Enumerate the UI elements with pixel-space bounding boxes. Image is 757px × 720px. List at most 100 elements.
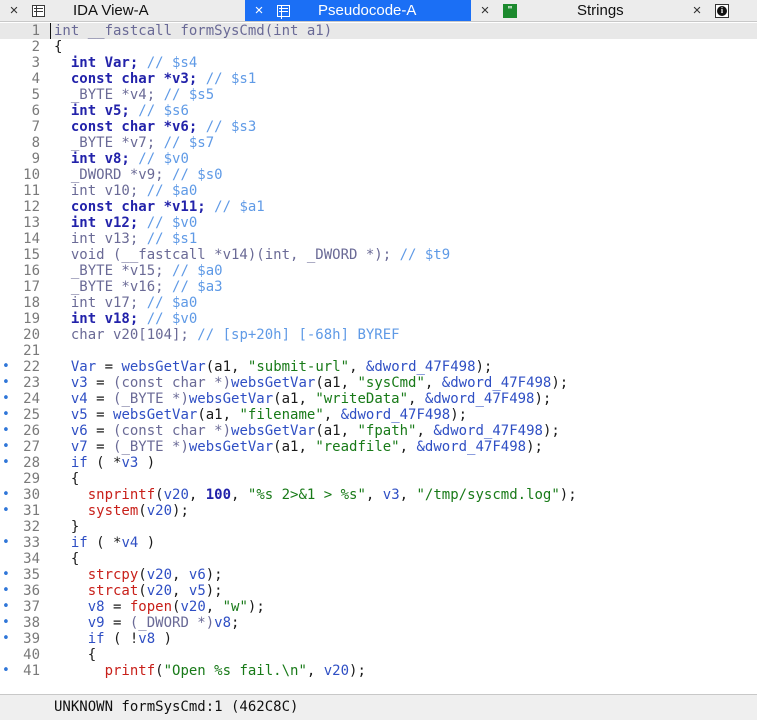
code-line[interactable]: 40 { xyxy=(0,647,757,663)
code-token: // $s6 xyxy=(138,103,189,119)
code-line[interactable]: 3 int Var; // $s4 xyxy=(0,55,757,71)
code-line[interactable]: • 36 strcat(v20, v5); xyxy=(0,583,757,599)
code-token: , xyxy=(172,583,189,599)
code-token: v4 xyxy=(54,391,88,407)
code-line[interactable]: 5 _BYTE *v4; // $s5 xyxy=(0,87,757,103)
code-token: _BYTE *v7; xyxy=(54,135,164,151)
code-token: websGetVar xyxy=(188,391,274,407)
code-line[interactable]: 21 xyxy=(0,343,757,359)
code-line[interactable]: 11 int v10; // $a0 xyxy=(0,183,757,199)
close-tab-icon[interactable]: × xyxy=(689,2,705,19)
line-number: 17 xyxy=(23,279,40,295)
code-line[interactable]: • 22 Var = websGetVar(a1, "submit-url", &… xyxy=(0,359,757,375)
code-text: { xyxy=(54,39,62,55)
code-line[interactable]: 14 int v13; // $s1 xyxy=(0,231,757,247)
line-number: 33 xyxy=(23,535,40,551)
code-token: int v8; xyxy=(54,151,139,167)
code-token: const char *v3; xyxy=(54,71,206,87)
code-line[interactable]: • 41 printf("Open %s fail.\n", v20); xyxy=(0,663,757,679)
line-number: 31 xyxy=(23,503,40,519)
close-tab-icon[interactable]: × xyxy=(251,2,267,19)
code-token: &dword_47F498 xyxy=(416,439,527,455)
code-token: = xyxy=(87,407,114,423)
code-line[interactable]: 20 char v20[104]; // [sp+20h] [-68h] BYR… xyxy=(0,327,757,343)
code-line[interactable]: 7 const char *v6; // $s3 xyxy=(0,119,757,135)
code-token: v6 xyxy=(54,423,88,439)
code-token: char v20[104]; xyxy=(54,327,198,343)
code-line[interactable]: 8 _BYTE *v7; // $s7 xyxy=(0,135,757,151)
tab-info[interactable]: × i xyxy=(683,0,757,21)
code-token: v9 xyxy=(54,615,105,631)
code-line[interactable]: 13 int v12; // $v0 xyxy=(0,215,757,231)
code-line[interactable]: • 37 v8 = fopen(v20, "w"); xyxy=(0,599,757,615)
code-line[interactable]: 17 _BYTE *v16; // $a3 xyxy=(0,279,757,295)
code-line[interactable]: 29 { xyxy=(0,471,757,487)
tab-strings[interactable]: × " Strings xyxy=(471,0,683,21)
code-token: int Var; xyxy=(54,55,147,71)
line-number: 14 xyxy=(23,231,40,247)
code-token: snprintf xyxy=(54,487,156,503)
code-token: // $s3 xyxy=(205,119,257,135)
tab-ida-view-a[interactable]: × IDA View-A xyxy=(0,0,245,21)
code-line[interactable]: • 38 v9 = (_DWORD *)v8; xyxy=(0,615,757,631)
code-line[interactable]: 19 int v18; // $v0 xyxy=(0,311,757,327)
code-token: const char *v11; xyxy=(54,199,215,215)
code-line[interactable]: • 39 if ( !v8 ) xyxy=(0,631,757,647)
code-token: websGetVar xyxy=(121,359,206,375)
code-line[interactable]: • 25 v5 = websGetVar(a1, "filename", &dwo… xyxy=(0,407,757,423)
code-line[interactable]: 15 void (__fastcall *v14)(int, _DWORD *)… xyxy=(0,247,757,263)
code-text: strcpy(v20, v6); xyxy=(54,567,223,583)
code-token: int v5; xyxy=(54,103,139,119)
code-line[interactable]: • 24 v4 = (_BYTE *)websGetVar(a1, "writeD… xyxy=(0,391,757,407)
code-text: if ( *v4 ) xyxy=(54,535,155,551)
code-line[interactable]: 2{ xyxy=(0,39,757,55)
code-token: ( xyxy=(138,503,147,519)
code-line[interactable]: 16 _BYTE *v15; // $a0 xyxy=(0,263,757,279)
code-line[interactable]: 12 const char *v11; // $a1 xyxy=(0,199,757,215)
code-line[interactable]: 6 int v5; // $s6 xyxy=(0,103,757,119)
code-token: (const char *) xyxy=(113,423,232,439)
code-line[interactable]: 18 int v17; // $a0 xyxy=(0,295,757,311)
code-line[interactable]: • 30 snprintf(v20, 100, "%s 2>&1 > %s", v… xyxy=(0,487,757,503)
code-line[interactable]: 4 const char *v3; // $s1 xyxy=(0,71,757,87)
code-line[interactable]: 34 { xyxy=(0,551,757,567)
code-text: v4 = (_BYTE *)websGetVar(a1, "writeData"… xyxy=(54,391,552,407)
line-number: 8 xyxy=(31,135,40,151)
code-token: &dword_47F498 xyxy=(340,407,451,423)
code-token: ( xyxy=(138,583,147,599)
code-line[interactable]: • 23 v3 = (const char *)websGetVar(a1, "s… xyxy=(0,375,757,391)
code-token: _BYTE *v16; xyxy=(54,279,173,295)
line-number: 29 xyxy=(23,471,40,487)
tab-pseudocode-a[interactable]: × Pseudocode-A xyxy=(245,0,471,21)
code-line[interactable]: 32 } xyxy=(0,519,757,535)
code-line[interactable]: • 27 v7 = (_BYTE *)websGetVar(a1, "readfi… xyxy=(0,439,757,455)
code-line[interactable]: 10 _DWORD *v9; // $s0 xyxy=(0,167,757,183)
line-number: 2 xyxy=(31,39,40,55)
code-line[interactable]: • 28 if ( *v3 ) xyxy=(0,455,757,471)
code-line[interactable]: 9 int v8; // $v0 xyxy=(0,151,757,167)
line-number: 27 xyxy=(23,439,40,455)
code-text: int v17; // $a0 xyxy=(54,295,197,311)
pseudocode-view[interactable]: 1 int __fastcall formSysCmd(int a1) 2{3 in… xyxy=(0,23,757,694)
line-number: 36 xyxy=(23,583,40,599)
line-number: 30 xyxy=(23,487,40,503)
code-token: (a1, xyxy=(273,439,316,455)
close-tab-icon[interactable]: × xyxy=(6,2,22,19)
line-number: 25 xyxy=(23,407,40,423)
line-number: 13 xyxy=(23,215,40,231)
code-line[interactable]: • 31 system(v20); xyxy=(0,503,757,519)
close-tab-icon[interactable]: × xyxy=(477,2,493,19)
code-line[interactable]: • 26 v6 = (const char *)websGetVar(a1, "f… xyxy=(0,423,757,439)
line-number: 1 xyxy=(31,23,40,39)
code-text: int v18; // $v0 xyxy=(54,311,197,327)
code-line[interactable]: 1 int __fastcall formSysCmd(int a1) xyxy=(0,23,757,39)
code-token: v3 xyxy=(382,487,400,503)
code-token: , xyxy=(323,407,341,423)
code-line[interactable]: • 35 strcpy(v20, v6); xyxy=(0,567,757,583)
code-token: "Open %s fail.\n" xyxy=(163,663,307,679)
code-line[interactable]: • 33 if ( *v4 ) xyxy=(0,535,757,551)
code-token: v5 xyxy=(188,583,206,599)
code-text: const char *v11; // $a1 xyxy=(54,199,265,215)
code-token: int v18; xyxy=(54,311,147,327)
info-icon: i xyxy=(715,3,729,18)
